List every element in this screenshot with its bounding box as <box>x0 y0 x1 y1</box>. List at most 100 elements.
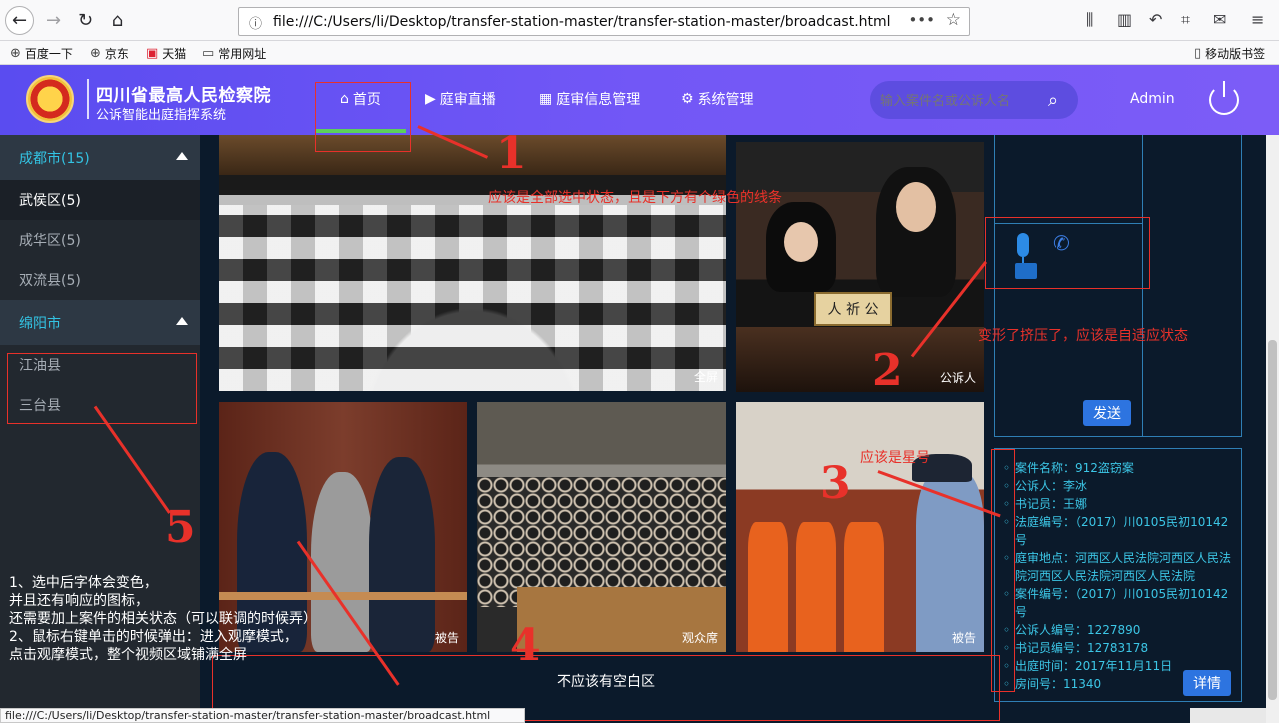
menu-icon[interactable]: ≡ <box>1251 10 1264 29</box>
forward-arrow-icon[interactable]: → <box>39 6 68 35</box>
case-info-item: 案件名称：912盗窃案 <box>1003 459 1231 477</box>
annotation-note-line: 并且还有响应的图标， <box>9 593 149 609</box>
person-figure <box>748 522 788 652</box>
video-courtroom-main[interactable]: 全屏 <box>219 135 726 391</box>
page: ← → ↻ ⌂ ⓘ file:///C:/Users/li/Desktop/tr… <box>0 0 1279 723</box>
annotation-box-nav <box>315 82 411 152</box>
scrollbar-thumb[interactable] <box>1268 340 1277 700</box>
sidebar-item-shuangliu[interactable]: 双流县(5) <box>0 260 200 300</box>
judge-bench <box>219 135 726 175</box>
video-label: 被告 <box>434 631 459 645</box>
annotation-text: 变形了挤压了，应该是自适应状态 <box>978 328 1188 344</box>
case-info-item: 公诉人编号：1227890 <box>1003 621 1231 639</box>
search-input[interactable] <box>870 81 1078 119</box>
info-icon[interactable]: ⓘ <box>249 13 262 32</box>
tmall-icon: ▣ <box>146 46 159 61</box>
video-label: 公诉人 <box>939 371 976 385</box>
fullscreen-button[interactable]: 全屏 <box>694 368 718 385</box>
annotation-note-line: 2、鼠标右键单击的时候弹出：进入观摩模式， <box>9 629 298 645</box>
mobile-bookmarks[interactable]: ▯ 移动版书签 <box>1194 45 1265 62</box>
sidebar-group-mianyang[interactable]: 绵阳市 <box>0 300 200 345</box>
nav-info-management[interactable]: ▦ 庭审信息管理 <box>539 89 640 109</box>
bookmark-label: 常用网址 <box>218 47 267 61</box>
search-icon[interactable]: ⌕ <box>1048 90 1058 111</box>
bookmark-label: 天猫 <box>162 47 187 61</box>
bookmark-label: 百度一下 <box>24 47 73 61</box>
person-face <box>896 182 936 232</box>
folder-icon: ▭ <box>202 46 215 61</box>
annotation-number: 3 <box>820 458 851 509</box>
person-figure <box>369 457 435 652</box>
annotation-text: 应该是全部选中状态，且是下方有个绿色的线条 <box>488 190 782 206</box>
annotation-box-bullets <box>991 449 1015 692</box>
address-bar[interactable]: ⓘ file:///C:/Users/li/Desktop/transfer-s… <box>238 7 970 36</box>
globe-icon: ⊕ <box>90 46 101 61</box>
bookmarks-bar: ⊕ 百度一下 ⊕ 京东 ▣ 天猫 ▭ 常用网址 ▯ 移动版书签 <box>0 41 1279 65</box>
home-browser-icon[interactable]: ⌂ <box>103 6 132 35</box>
sidebar-group-label: 绵阳市 <box>19 315 61 332</box>
case-info-item: 案件编号：（2017）川0105民初10142号 <box>1003 585 1231 621</box>
bookmark-jd[interactable]: ⊕ 京东 <box>90 45 129 62</box>
calendar-icon: ▦ <box>539 91 553 107</box>
case-info-panel: 案件名称：912盗窃案 公诉人：李冰 书记员：王娜 法庭编号：（2017）川01… <box>994 448 1242 702</box>
bookmark-common[interactable]: ▭ 常用网址 <box>202 45 266 62</box>
person-figure <box>311 472 373 652</box>
case-info-item: 书记员：王娜 <box>1003 495 1231 513</box>
chat-icon[interactable]: ✉ <box>1213 10 1226 29</box>
nav-live[interactable]: ▶ 庭审直播 <box>425 89 496 109</box>
reload-icon[interactable]: ↻ <box>71 6 100 35</box>
annotation-note-line: 1、选中后字体会变色， <box>9 575 158 591</box>
person-figure <box>796 522 836 652</box>
video-audience[interactable]: 观众席 <box>477 402 726 652</box>
sidebar-item-chenghua[interactable]: 成华区(5) <box>0 220 200 260</box>
page-actions-icon[interactable]: ••• <box>908 11 935 29</box>
bookmark-label: 京东 <box>104 47 129 61</box>
annotation-number: 4 <box>510 620 541 671</box>
system-tray <box>1190 708 1266 723</box>
sidebar-toggle-icon[interactable]: ▥ <box>1117 10 1132 29</box>
annotation-note-line: 点击观摩模式，整个视频区域铺满全屏 <box>9 647 247 663</box>
send-button[interactable]: 发送 <box>1083 400 1131 426</box>
sidebar-group-chengdu[interactable]: 成都市(15) <box>0 135 200 180</box>
bookmark-baidu[interactable]: ⊕ 百度一下 <box>10 45 73 62</box>
case-info-item: 书记员编号：12783178 <box>1003 639 1231 657</box>
mobile-bookmarks-label: 移动版书签 <box>1205 47 1266 61</box>
crop-icon[interactable]: ⌗ <box>1181 10 1190 30</box>
annotation-note-line: 还需要加上案件的相关状态（可以联调的时候弄） <box>9 611 317 627</box>
sidebar-group-label: 成都市(15) <box>19 150 90 167</box>
back-arrow-icon[interactable]: ← <box>5 6 34 35</box>
nav-system-management[interactable]: ⚙ 系统管理 <box>681 89 754 109</box>
annotation-number: 1 <box>496 128 527 179</box>
case-info-item: 法庭编号：（2017）川0105民初10142号 <box>1003 513 1231 549</box>
annotation-box-controls <box>985 217 1150 289</box>
case-info-list: 案件名称：912盗窃案 公诉人：李冰 书记员：王娜 法庭编号：（2017）川01… <box>1003 459 1231 693</box>
brand-divider <box>87 79 89 119</box>
library-icon[interactable]: ⫼ <box>1086 10 1093 30</box>
nav-label: 庭审直播 <box>439 92 496 108</box>
case-info-item: 庭审地点：河西区人民法院河西区人民法院河西区人民法院河西区人民法院 <box>1003 549 1231 585</box>
user-name[interactable]: Admin <box>1130 91 1175 107</box>
video-defendant-2[interactable]: 被告 <box>736 402 984 652</box>
video-label: 观众席 <box>681 631 718 645</box>
annotation-text: 不应该有空白区 <box>557 674 655 690</box>
annotation-number: 5 <box>165 502 196 553</box>
detail-button[interactable]: 详情 <box>1183 670 1231 696</box>
case-info-item: 公诉人：李冰 <box>1003 477 1231 495</box>
annotation-number: 2 <box>872 345 903 396</box>
national-emblem-logo <box>26 75 74 123</box>
undo-icon[interactable]: ↶ <box>1149 10 1162 29</box>
person-face <box>784 222 818 262</box>
annotation-text: 应该是星号 <box>860 450 930 466</box>
annotation-notes: 1、选中后字体会变色， 并且还有响应的图标， 还需要加上案件的相关状态（可以联调… <box>9 574 317 664</box>
caret-up-icon <box>176 152 188 160</box>
mobile-icon: ▯ <box>1194 46 1202 61</box>
bookmark-tmall[interactable]: ▣ 天猫 <box>146 45 186 62</box>
status-bar: file:///C:/Users/li/Desktop/transfer-sta… <box>0 708 525 723</box>
power-icon[interactable] <box>1209 81 1239 115</box>
sidebar-item-wuhou[interactable]: 武侯区(5) <box>0 180 200 220</box>
video-prosecutor[interactable]: 人 祈 公 公诉人 <box>736 142 984 392</box>
gear-icon: ⚙ <box>681 91 694 107</box>
bookmark-star-icon[interactable]: ☆ <box>946 10 961 30</box>
play-circle-icon: ▶ <box>425 91 436 107</box>
globe-icon: ⊕ <box>10 46 21 61</box>
